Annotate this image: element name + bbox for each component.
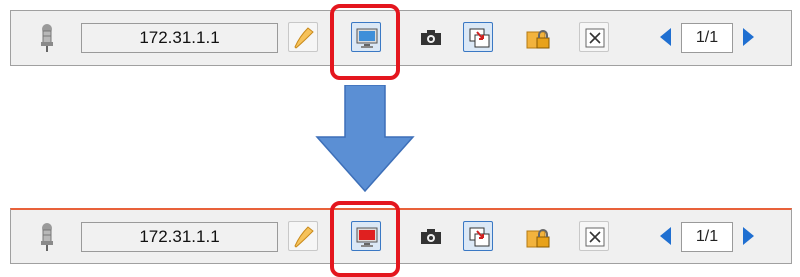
prev-page-icon[interactable] <box>660 227 671 245</box>
pin-icon[interactable] <box>37 222 57 252</box>
resize-window-button[interactable] <box>463 22 493 52</box>
window-arrow-icon <box>469 28 490 48</box>
highlight-frame-before <box>330 4 400 80</box>
close-icon <box>585 28 605 48</box>
ip-address-field[interactable]: 172.31.1.1 <box>81 222 278 252</box>
lock-button[interactable] <box>521 22 551 52</box>
toolbar-before: 172.31.1.1 1/1 <box>10 10 792 66</box>
camera-icon <box>421 229 441 244</box>
close-icon <box>585 227 605 247</box>
close-button[interactable] <box>579 221 609 251</box>
prev-page-icon[interactable] <box>660 28 671 46</box>
pin-icon[interactable] <box>37 23 57 53</box>
pen-icon <box>294 226 314 248</box>
pen-button[interactable] <box>288 22 318 52</box>
window-arrow-icon <box>469 227 490 247</box>
page-indicator: 1/1 <box>681 23 733 53</box>
close-button[interactable] <box>579 22 609 52</box>
down-arrow-icon <box>315 85 415 193</box>
resize-window-button[interactable] <box>463 221 493 251</box>
next-page-icon[interactable] <box>743 227 754 245</box>
pen-button[interactable] <box>288 221 318 251</box>
highlight-frame-after <box>330 201 400 277</box>
lock-button[interactable] <box>521 221 551 251</box>
lock-folder-icon <box>526 229 550 248</box>
lock-folder-icon <box>526 30 550 49</box>
toolbar-after: 172.31.1.1 1/1 <box>10 208 792 264</box>
page-indicator: 1/1 <box>681 222 733 252</box>
camera-icon <box>421 30 441 45</box>
pen-icon <box>294 27 314 49</box>
screenshot-button[interactable] <box>415 22 445 52</box>
next-page-icon[interactable] <box>743 28 754 46</box>
ip-address-field[interactable]: 172.31.1.1 <box>81 23 278 53</box>
screenshot-button[interactable] <box>415 221 445 251</box>
